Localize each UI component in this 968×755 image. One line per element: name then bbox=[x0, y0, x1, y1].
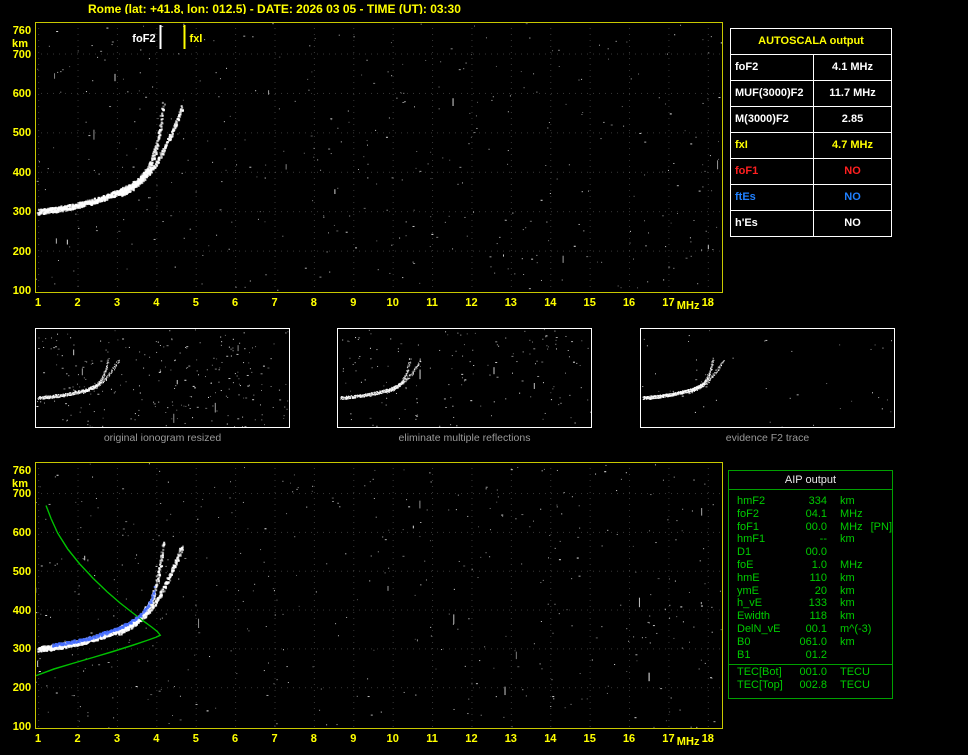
aip-av: 002.8 bbox=[799, 679, 827, 692]
table-row-ftes: ftEs NO bbox=[731, 185, 891, 211]
aip-av: 001.0 bbox=[799, 666, 827, 679]
aip-av: 01.2 bbox=[805, 648, 827, 661]
aip-au: km bbox=[840, 597, 855, 610]
aip-av: 00.0 bbox=[805, 546, 827, 559]
aip-au: km bbox=[840, 584, 855, 597]
param-value: NO bbox=[844, 165, 861, 177]
param-value: 2.85 bbox=[841, 113, 864, 125]
autoscala-table-title: AUTOSCALA output bbox=[731, 29, 891, 55]
aip-tec-rows: TEC[Bot] 001.0 TECU TEC[Top] 002.8 TECU bbox=[729, 666, 892, 692]
param-label: h'Es bbox=[731, 211, 814, 236]
table-row-m3000: M(3000)F2 2.85 bbox=[731, 107, 891, 133]
divider bbox=[729, 489, 892, 490]
aip-row-foE: foE 1.0 MHz bbox=[729, 559, 892, 572]
thumbnail-caption: original ionogram resized bbox=[103, 432, 222, 444]
table-row-muf3000: MUF(3000)F2 11.7 MHz bbox=[731, 81, 891, 107]
thumbnail-evidence-f2-trace bbox=[640, 328, 895, 428]
aip-au: MHz bbox=[840, 520, 863, 533]
aip-av: 1.0 bbox=[811, 558, 827, 571]
aip-row-B0: B0 061.0 km bbox=[729, 636, 892, 649]
param-value: 4.1 MHz bbox=[832, 61, 873, 73]
aip-ap: h_vE bbox=[737, 597, 763, 610]
aip-ap: hmF2 bbox=[737, 495, 766, 507]
aip-row-DelN_vE: DelN_vE 00.1 m^(-3) bbox=[729, 623, 892, 636]
param-label: MUF(3000)F2 bbox=[731, 81, 814, 106]
aip-row-hmE: hmE 110 km bbox=[729, 572, 892, 585]
aip-av: 061.0 bbox=[799, 635, 827, 648]
aip-av: 00.0 bbox=[805, 520, 827, 533]
table-row-hes: h'Es NO bbox=[731, 211, 891, 236]
main-ionogram-plot bbox=[0, 14, 730, 314]
param-label: M(3000)F2 bbox=[731, 107, 814, 132]
table-row-fxi: fxI 4.7 MHz bbox=[731, 133, 891, 159]
aip-au: km bbox=[840, 610, 855, 623]
aip-rows: hmF2 334 km foF2 04.1 MHz foF1 00.0 MHz [PN] hmF1 -… bbox=[729, 491, 892, 661]
aip-ap: TEC[Bot] bbox=[737, 666, 782, 679]
aip-av: 20 bbox=[814, 584, 827, 597]
table-row-fof1: foF1 NO bbox=[731, 159, 891, 185]
param-label: foF2 bbox=[731, 55, 814, 80]
aip-au: km bbox=[840, 635, 855, 648]
aip-au: MHz bbox=[840, 507, 863, 520]
param-label: ftEs bbox=[731, 185, 814, 210]
aip-row-ymE: ymE 20 km bbox=[729, 585, 892, 598]
aip-output-panel: AIP output hmF2 334 km foF2 04.1 MHz foF1 00.0 M… bbox=[728, 470, 893, 699]
aip-ap: foE bbox=[737, 558, 754, 571]
aip-row-B1: B1 01.2 bbox=[729, 649, 892, 662]
aip-row-TEC[Bot]: TEC[Bot] 001.0 TECU bbox=[729, 666, 892, 679]
aip-row-h_vE: h_vE 133 km bbox=[729, 597, 892, 610]
aip-ap: B0 bbox=[737, 635, 751, 648]
param-value: 11.7 MHz bbox=[829, 87, 876, 99]
thumbnail-caption: evidence F2 trace bbox=[725, 432, 810, 444]
param-label: foF1 bbox=[731, 159, 814, 184]
aip-av: 110 bbox=[809, 571, 827, 584]
aip-row-Ewidth: Ewidth 118 km bbox=[729, 610, 892, 623]
aip-av: 334 bbox=[808, 495, 827, 507]
aip-au: MHz bbox=[840, 558, 863, 571]
autoscala-output-table: AUTOSCALA output foF2 4.1 MHz MUF(3000)F… bbox=[730, 28, 892, 237]
aip-ap: hmE bbox=[737, 571, 760, 584]
aip-row-hmF1: hmF1 -- km bbox=[729, 533, 892, 546]
aip-ap: hmF1 bbox=[737, 533, 766, 546]
aip-av: 00.1 bbox=[805, 622, 827, 635]
thumbnail-caption: eliminate multiple reflections bbox=[398, 432, 531, 444]
aip-row-D1: D1 00.0 bbox=[729, 546, 892, 559]
param-label: fxI bbox=[731, 133, 814, 158]
thumbnail-original-ionogram bbox=[35, 328, 290, 428]
aip-au: m^(-3) bbox=[840, 622, 872, 635]
aip-ap: D1 bbox=[737, 546, 752, 559]
param-value: 4.7 MHz bbox=[832, 139, 873, 151]
aip-ax: [PN] bbox=[870, 520, 893, 533]
aip-au: TECU bbox=[840, 679, 870, 692]
aip-row-foF2: foF2 04.1 MHz bbox=[729, 508, 892, 521]
divider bbox=[729, 664, 892, 666]
aip-ap: foF2 bbox=[737, 507, 760, 520]
param-value: NO bbox=[844, 217, 861, 229]
aip-panel-title: AIP output bbox=[784, 474, 837, 486]
aip-row-foF1: foF1 00.0 MHz [PN] bbox=[729, 521, 892, 534]
aip-row-TEC[Top]: TEC[Top] 002.8 TECU bbox=[729, 679, 892, 692]
thumbnail-eliminate-reflections bbox=[337, 328, 592, 428]
aip-au: km bbox=[840, 571, 855, 584]
aip-ap: foF1 bbox=[737, 520, 760, 533]
aip-av: 04.1 bbox=[805, 507, 827, 520]
param-value: NO bbox=[844, 191, 861, 203]
aip-au: km bbox=[840, 533, 855, 546]
aip-ionogram-plot bbox=[0, 455, 730, 755]
aip-ap: B1 bbox=[737, 648, 751, 661]
aip-ap: TEC[Top] bbox=[737, 679, 783, 692]
aip-av: 133 bbox=[808, 597, 827, 610]
aip-au: TECU bbox=[840, 666, 870, 679]
aip-av: 118 bbox=[809, 610, 827, 623]
aip-au: km bbox=[840, 495, 855, 507]
aip-ap: DelN_vE bbox=[737, 622, 781, 635]
aip-row-hmF2: hmF2 334 km bbox=[729, 495, 892, 508]
table-row-fof2: foF2 4.1 MHz bbox=[731, 55, 891, 81]
aip-ap: Ewidth bbox=[737, 610, 771, 623]
aip-av: -- bbox=[819, 533, 827, 546]
aip-ap: ymE bbox=[737, 584, 759, 597]
